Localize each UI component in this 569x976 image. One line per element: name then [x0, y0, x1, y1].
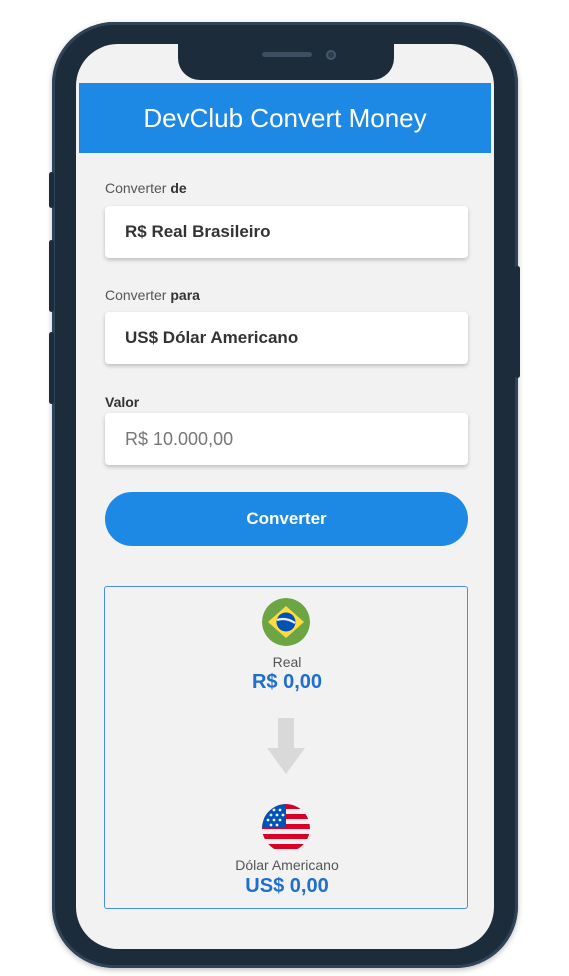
value-input[interactable]: [105, 413, 468, 465]
phone-notch: [178, 38, 394, 80]
value-label: Valor: [105, 394, 139, 410]
from-currency-selected: R$ Real Brasileiro: [125, 222, 271, 241]
app-header: DevClub Convert Money: [79, 83, 491, 153]
brazil-flag-icon: [262, 598, 310, 646]
from-currency-select[interactable]: R$ Real Brasileiro: [105, 206, 468, 258]
to-label-bold: para: [170, 287, 200, 303]
to-label-prefix: Converter: [105, 287, 171, 303]
to-currency-selected: US$ Dólar Americano: [125, 328, 299, 347]
usa-flag-icon: [262, 804, 310, 852]
to-currency-select[interactable]: US$ Dólar Americano: [105, 312, 468, 364]
to-currency-label: Converter para: [105, 287, 200, 303]
convert-button[interactable]: Converter: [105, 492, 468, 546]
phone-speaker: [262, 52, 312, 57]
app-title: DevClub Convert Money: [143, 102, 427, 133]
arrow-down-icon: [266, 716, 306, 776]
from-currency-value: R$ 0,00: [251, 671, 323, 693]
phone-silent-switch: [49, 172, 54, 208]
phone-volume-up-button: [49, 240, 54, 312]
from-label-prefix: Converter: [105, 180, 171, 196]
from-currency-name: Real: [272, 654, 302, 670]
from-label-bold: de: [170, 180, 187, 196]
from-currency-label: Converter de: [105, 180, 187, 196]
value-label-text: Valor: [105, 394, 140, 410]
front-camera: [326, 50, 336, 60]
to-currency-name: Dólar Americano: [235, 857, 339, 873]
to-currency-value: US$ 0,00: [245, 875, 329, 897]
phone-volume-down-button: [49, 332, 54, 404]
phone-power-button: [515, 266, 520, 378]
